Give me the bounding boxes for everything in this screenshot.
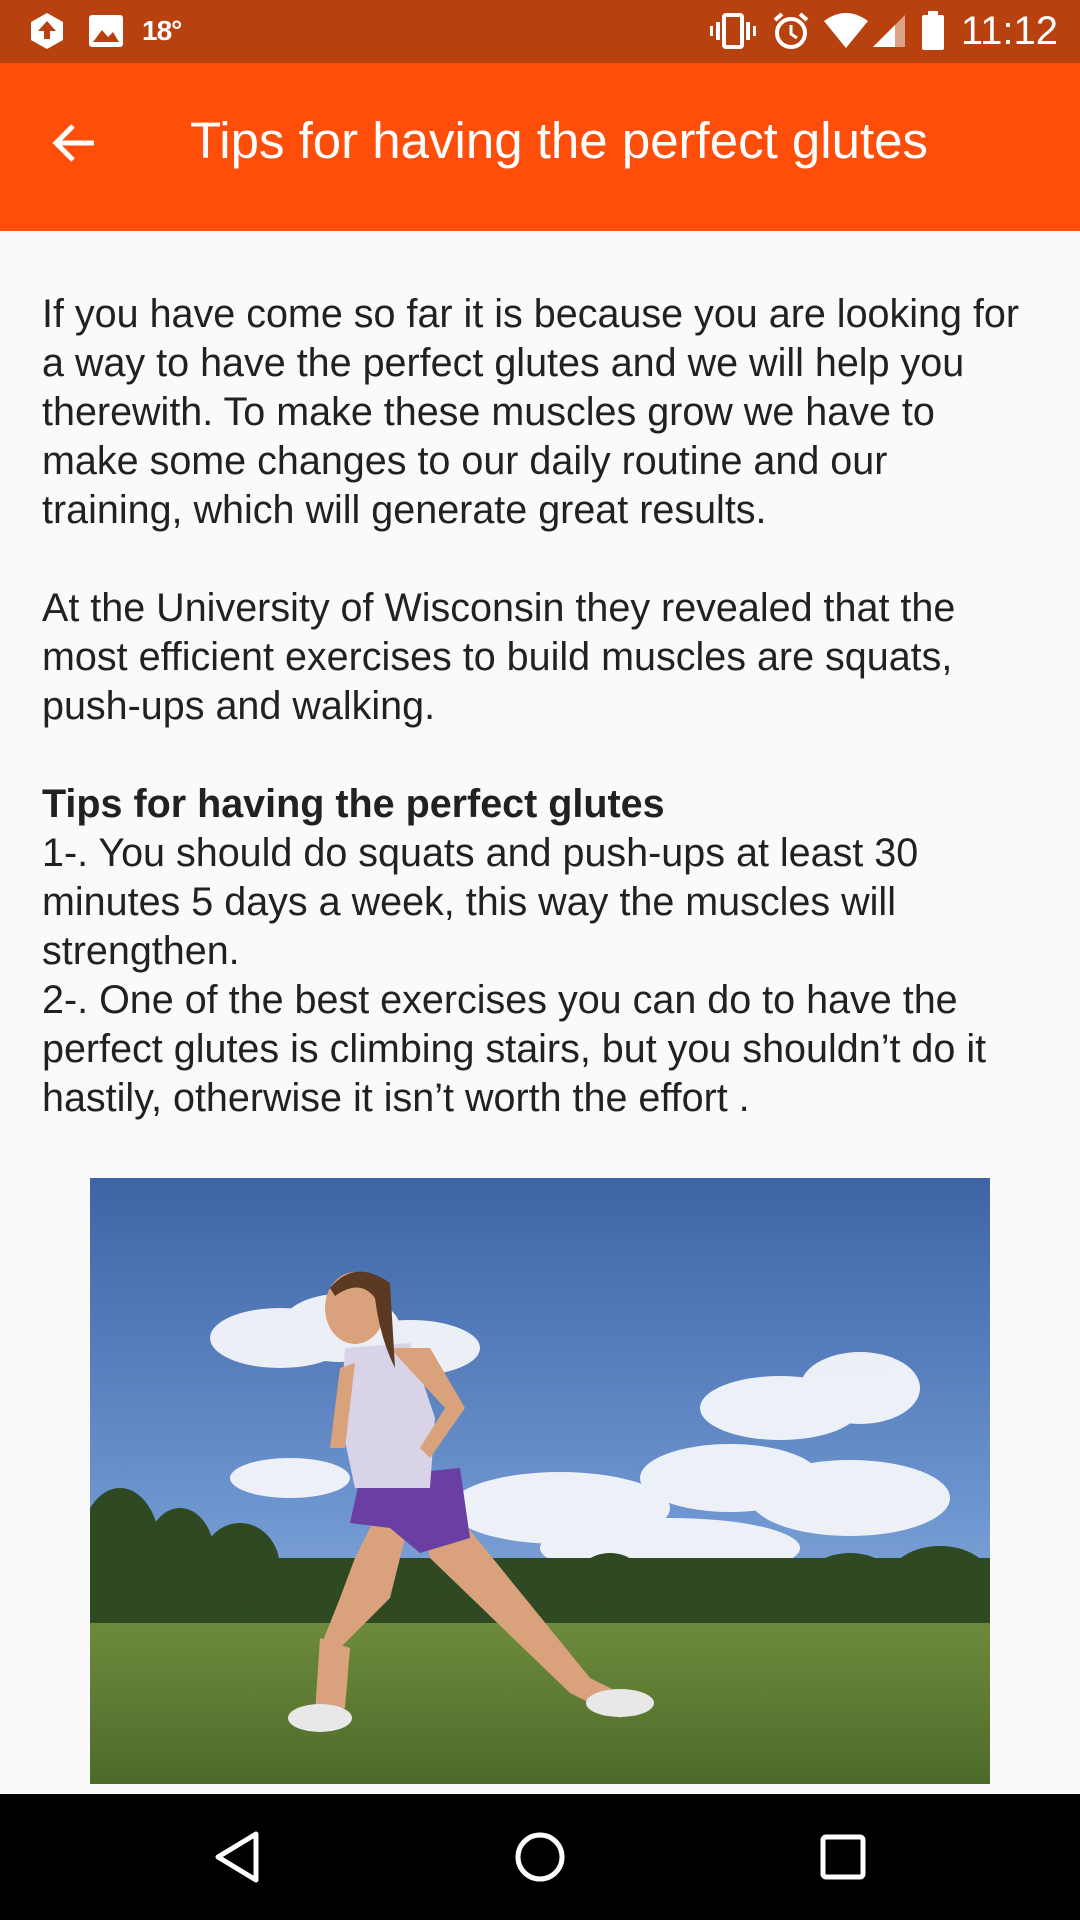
signal-icon [871, 13, 907, 49]
woman-lunge-photo [90, 1178, 990, 1784]
wifi-icon [823, 13, 869, 49]
app-bar: Tips for having the perfect glutes [0, 63, 1080, 231]
tip-1: 1-. You should do squats and push-ups at… [42, 831, 919, 973]
article-photo [90, 1178, 990, 1784]
article-content: If you have come so far it is because yo… [42, 290, 1032, 1123]
nav-recents-button[interactable] [808, 1822, 878, 1892]
status-bar-left: 18° [28, 8, 182, 54]
status-bar: 18° 11:12 [0, 0, 1080, 63]
page-title: Tips for having the perfect glutes [190, 112, 929, 169]
back-triangle-icon [215, 1831, 259, 1883]
nav-back-button[interactable] [202, 1822, 272, 1892]
tips-heading: Tips for having the perfect glutes [42, 782, 665, 826]
clock-time: 11:12 [960, 8, 1058, 53]
status-bar-right: 11:12 [709, 8, 1058, 54]
back-button[interactable] [44, 113, 104, 173]
recents-square-icon [820, 1834, 866, 1880]
nav-home-button[interactable] [505, 1822, 575, 1892]
home-circle-icon [515, 1832, 565, 1882]
upload-badge-icon [28, 11, 66, 51]
article-paragraph-1: If you have come so far it is because yo… [42, 292, 1020, 532]
article-paragraph-2: At the University of Wisconsin they reve… [42, 586, 956, 728]
image-icon [88, 14, 124, 48]
battery-icon [921, 11, 945, 51]
alarm-icon [771, 11, 811, 51]
temperature-text: 18° [142, 15, 182, 46]
navigation-bar [0, 1794, 1080, 1920]
arrow-back-icon [52, 124, 94, 162]
tip-2: 2-. One of the best exercises you can do… [42, 978, 987, 1120]
vibrate-icon [709, 13, 757, 49]
